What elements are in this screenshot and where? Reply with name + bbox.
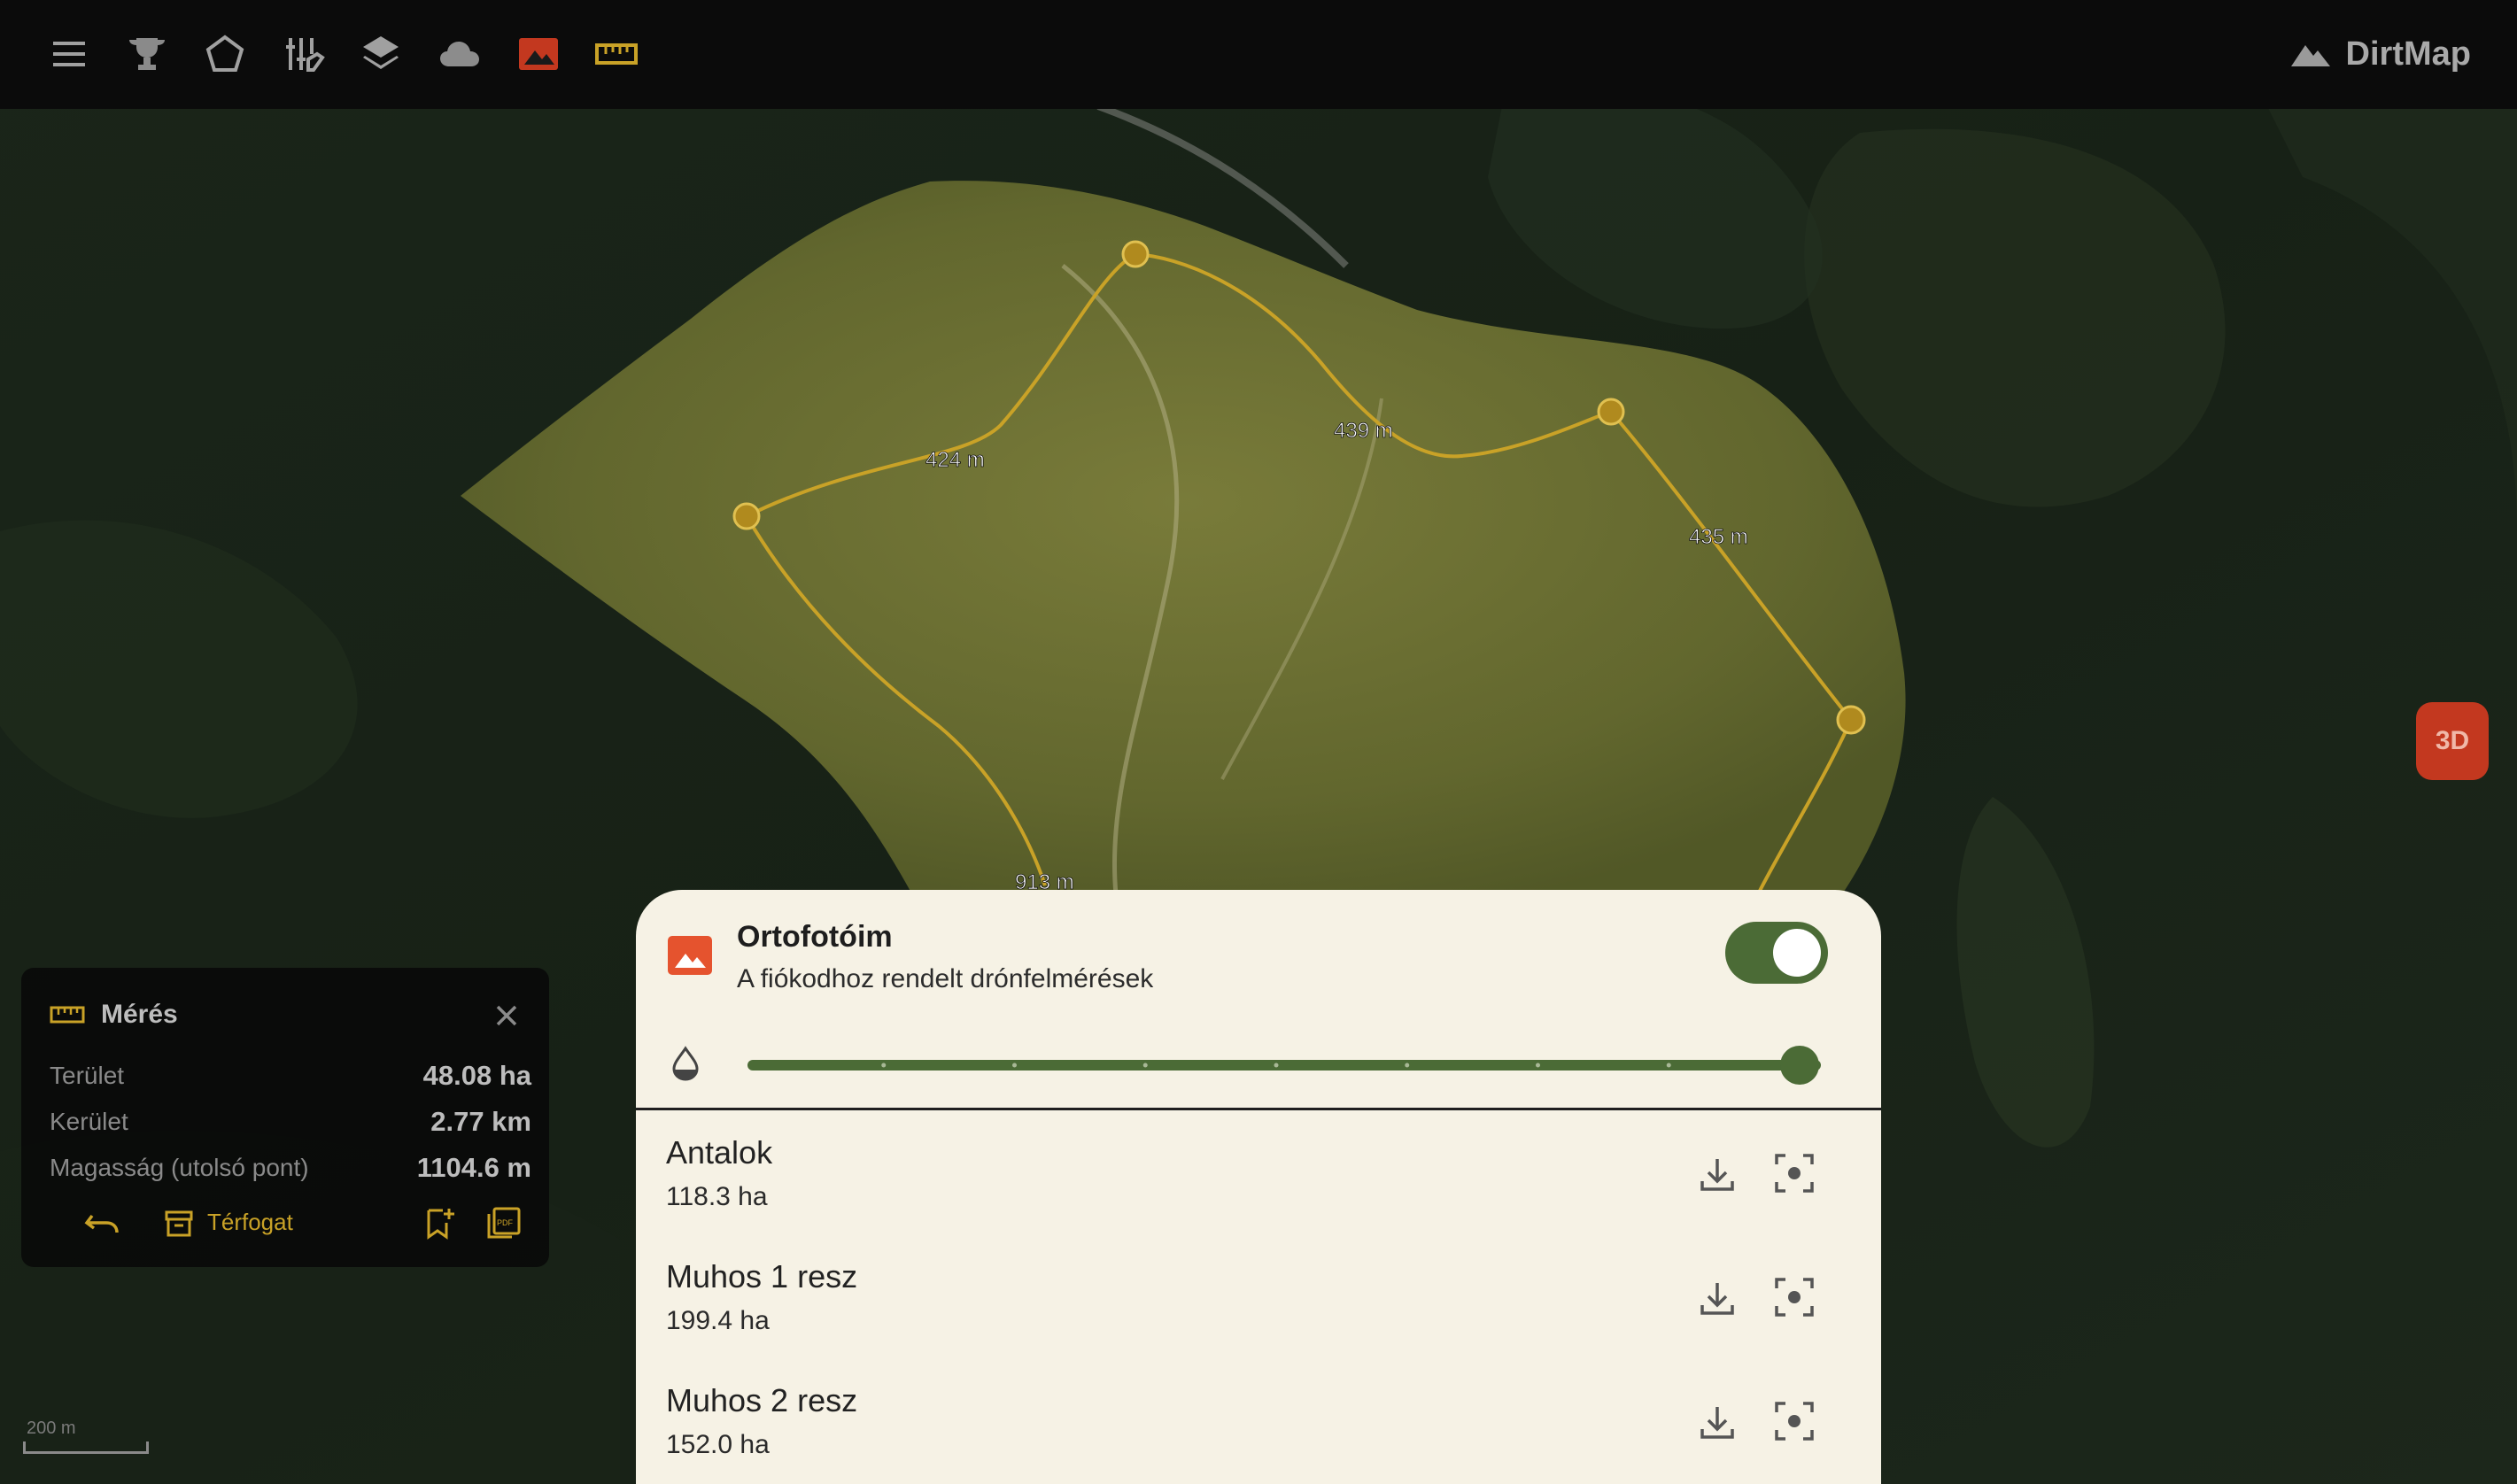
trophy-button[interactable]	[120, 30, 174, 78]
list-item[interactable]: Muhos 2 resz 152.0 ha	[636, 1359, 1881, 1483]
pdf-icon[interactable]: PDF	[484, 1203, 523, 1242]
orthophoto-icon	[519, 38, 558, 70]
sheet-title: Ortofotóim	[737, 920, 893, 954]
item-area: 199.4 ha	[666, 1306, 770, 1335]
svg-text:PDF: PDF	[497, 1218, 514, 1227]
focus-icon[interactable]	[1771, 1274, 1817, 1320]
download-icon[interactable]	[1695, 1400, 1739, 1444]
brand[interactable]: DirtMap	[2289, 27, 2471, 81]
ruler-icon	[595, 43, 638, 65]
measurement-row-perimeter: Kerület 2.77 km	[50, 1106, 531, 1138]
list-item[interactable]: Muhos 1 resz 199.4 ha	[636, 1235, 1881, 1359]
measurement-value: 48.08 ha	[422, 1060, 531, 1091]
archive-icon[interactable]	[159, 1203, 198, 1242]
segment-label: 435 m	[1689, 525, 1748, 549]
slider-tick	[1405, 1063, 1410, 1068]
opacity-slider[interactable]	[746, 1037, 1823, 1094]
scale-label: 200 m	[27, 1418, 76, 1438]
divider	[636, 1108, 1881, 1110]
cloud-icon	[440, 42, 479, 66]
scale-bar	[23, 1441, 149, 1454]
measurement-label: Kerület	[50, 1108, 128, 1135]
slider-tick	[1536, 1063, 1540, 1068]
top-toolbar: DirtMap	[0, 0, 2517, 109]
trophy-icon	[129, 38, 165, 70]
ruler-icon	[50, 1006, 85, 1024]
measurement-label: Magasság (utolsó pont)	[50, 1154, 309, 1181]
mountain-icon	[2290, 45, 2330, 66]
orthophoto-button[interactable]	[512, 30, 565, 78]
focus-icon[interactable]	[1771, 1150, 1817, 1196]
filter-icon	[286, 38, 325, 72]
measurement-title: Mérés	[101, 1000, 178, 1029]
measurement-label: Terület	[50, 1062, 125, 1089]
item-area: 118.3 ha	[666, 1182, 768, 1211]
item-name: Antalok	[666, 1134, 773, 1171]
slider-tick	[881, 1063, 887, 1068]
segment-label: 439 m	[1334, 419, 1393, 443]
polygon-button[interactable]	[198, 30, 252, 78]
ruler-button[interactable]	[590, 30, 643, 78]
measurement-header: Mérés	[50, 1000, 178, 1030]
orthophoto-icon	[668, 936, 712, 975]
filter-button[interactable]	[278, 30, 331, 78]
brand-name: DirtMap	[2345, 35, 2471, 73]
segment-label: 424 m	[925, 448, 985, 472]
layers-button[interactable]	[354, 30, 407, 78]
measurement-row-elevation: Magasság (utolsó pont) 1104.6 m	[50, 1152, 531, 1184]
measurement-toolbar: Térfogat PDF	[62, 1200, 531, 1244]
menu-button[interactable]	[43, 30, 96, 78]
sheet-subtitle: A fiókodhoz rendelt drónfelmérések	[737, 964, 1154, 993]
toggle-knob	[1773, 929, 1821, 977]
slider-thumb[interactable]	[1780, 1046, 1819, 1085]
slider-tick	[1012, 1063, 1017, 1068]
measurement-row-area: Terület 48.08 ha	[50, 1060, 531, 1092]
measurement-value: 2.77 km	[430, 1106, 531, 1137]
bookmark-add-icon[interactable]	[420, 1203, 459, 1242]
orthophoto-toggle[interactable]	[1725, 922, 1828, 984]
download-icon[interactable]	[1695, 1152, 1739, 1196]
pentagon-icon	[205, 35, 244, 72]
layers-icon	[363, 36, 399, 69]
list-item[interactable]: Antalok 118.3 ha	[636, 1111, 1881, 1235]
menu-icon	[53, 42, 85, 66]
download-icon[interactable]	[1695, 1276, 1739, 1320]
slider-tick	[1666, 1063, 1671, 1068]
focus-icon[interactable]	[1771, 1398, 1817, 1444]
item-name: Muhos 1 resz	[666, 1258, 858, 1295]
orthophoto-sheet: Ortofotóim A fiókodhoz rendelt drónfelmé…	[636, 890, 1881, 1484]
item-name: Muhos 2 resz	[666, 1382, 858, 1418]
3d-button[interactable]: 3D	[2416, 702, 2489, 780]
weather-button[interactable]	[433, 30, 486, 78]
opacity-icon	[672, 1046, 699, 1081]
close-icon[interactable]	[489, 998, 524, 1033]
measurement-panel: Mérés Terület 48.08 ha Kerület 2.77 km M…	[21, 968, 549, 1267]
item-area: 152.0 ha	[666, 1430, 770, 1459]
map-scale: 200 m	[23, 1418, 152, 1459]
slider-tick	[1142, 1063, 1148, 1068]
slider-tick	[1274, 1063, 1279, 1068]
volume-button[interactable]: Térfogat	[207, 1209, 293, 1236]
measurement-value: 1104.6 m	[416, 1152, 531, 1183]
undo-icon[interactable]	[83, 1203, 122, 1242]
